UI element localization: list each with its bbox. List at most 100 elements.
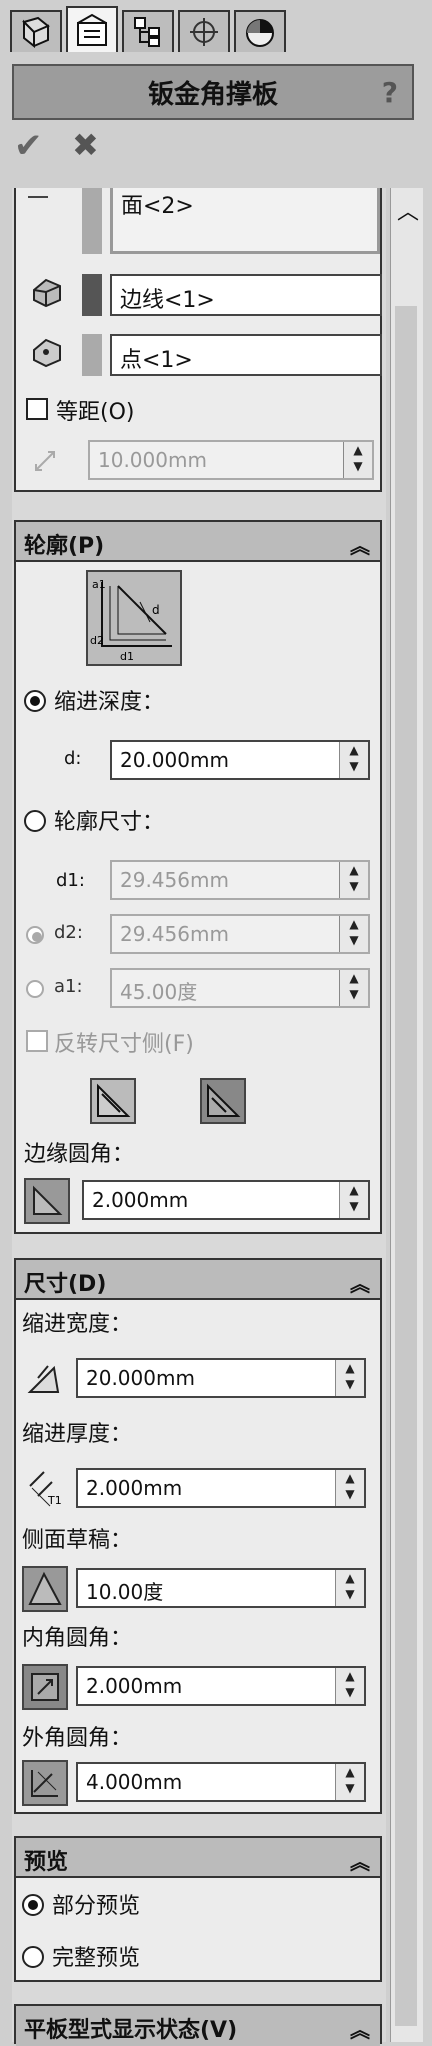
edge-selection-box[interactable]: 边线<1> bbox=[110, 274, 382, 316]
feature-tree-icon bbox=[22, 16, 50, 48]
point-selection-value: 点<1> bbox=[120, 348, 193, 373]
side-draft-icon bbox=[28, 1571, 62, 1605]
outer-fillet-icon bbox=[31, 1770, 58, 1797]
indent-thickness-input[interactable]: 2.000mm ▲ ▼ bbox=[76, 1468, 366, 1508]
diagram-a1-label: a1 bbox=[92, 578, 106, 591]
outer-fillet-input[interactable]: 4.000mm ▲ ▼ bbox=[76, 1762, 366, 1802]
a1-value: 45.00度 bbox=[120, 980, 198, 1004]
d2-value: 29.456mm bbox=[120, 922, 229, 946]
side-draft-spin-buttons[interactable]: ▲ ▼ bbox=[335, 1570, 364, 1606]
inner-fillet-icon-box bbox=[22, 1664, 68, 1710]
indent-width-value: 20.000mm bbox=[86, 1366, 195, 1390]
offset-spin-buttons[interactable]: ▲ ▼ bbox=[343, 442, 372, 478]
outer-fillet-spin-buttons[interactable]: ▲ ▼ bbox=[335, 1764, 364, 1800]
inner-fillet-spin-buttons[interactable]: ▲ ▼ bbox=[335, 1668, 364, 1704]
partial-preview-label: 部分预览 bbox=[52, 1894, 141, 1919]
display-pie-icon bbox=[246, 19, 274, 47]
edge-selection-value: 边线<1> bbox=[120, 288, 215, 313]
featuremanager-tab[interactable] bbox=[10, 10, 62, 52]
dimensions-group-header[interactable]: 尺寸(D) ︽ bbox=[16, 1260, 380, 1300]
offset-distance-value: 10.000mm bbox=[98, 448, 207, 472]
full-preview-radio[interactable] bbox=[22, 1946, 44, 1968]
inner-fillet-value: 2.000mm bbox=[86, 1674, 183, 1698]
a1-radio[interactable] bbox=[26, 980, 44, 998]
edge-fillet-input[interactable]: 2.000mm ▲ ▼ bbox=[82, 1180, 370, 1220]
preview-group-header[interactable]: 预览 ︽ bbox=[16, 1838, 380, 1878]
flip-dimension-checkbox[interactable] bbox=[26, 1030, 48, 1052]
side-draft-input[interactable]: 10.00度 ▲ ▼ bbox=[76, 1568, 366, 1608]
outer-fillet-label: 外角圆角： bbox=[22, 1726, 133, 1751]
face-color-swatch bbox=[82, 188, 102, 254]
edge-fillet-icon-box bbox=[24, 1178, 70, 1224]
offset-distance-icon bbox=[35, 451, 55, 471]
indent-thickness-spin-buttons[interactable]: ▲ ▼ bbox=[335, 1470, 364, 1506]
position-group: 面<2> 边线<1> 点<1> 等距(O) 10.000mm ▲ ▼ bbox=[14, 188, 382, 492]
flat-state-group-header[interactable]: 平板型式显示状态(V) ︽ bbox=[16, 2006, 380, 2046]
indent-depth-label: 缩进深度： bbox=[54, 690, 165, 715]
indent-width-input[interactable]: 20.000mm ▲ ▼ bbox=[76, 1358, 366, 1398]
edge-fillet-spin-buttons[interactable]: ▲ ▼ bbox=[339, 1182, 368, 1218]
help-icon[interactable]: ? bbox=[382, 76, 398, 109]
gusset-profile-diagram-icon: a1 d d2 d1 bbox=[90, 578, 172, 663]
cancel-button[interactable]: ✖ bbox=[72, 126, 99, 164]
d1-label: d1: bbox=[56, 870, 85, 891]
d2-radio[interactable] bbox=[26, 926, 44, 944]
ok-button[interactable]: ✔ bbox=[14, 126, 43, 166]
full-preview-label: 完整预览 bbox=[52, 1946, 141, 1971]
scroll-up-icon[interactable]: ︿ bbox=[397, 194, 419, 226]
dimxpert-tab[interactable] bbox=[178, 10, 230, 52]
indent-width-spin-buttons[interactable]: ▲ ▼ bbox=[335, 1360, 364, 1396]
inner-fillet-icon bbox=[31, 1673, 59, 1701]
dimensions-header-label: 尺寸(D) bbox=[24, 1272, 107, 1297]
configuration-tab[interactable] bbox=[122, 10, 174, 52]
vertical-scrollbar[interactable]: ︿ bbox=[390, 188, 423, 2042]
profile-dimension-radio[interactable] bbox=[24, 810, 46, 832]
d-value: 20.000mm bbox=[120, 748, 229, 772]
indent-thickness-icon: T1 bbox=[29, 1471, 62, 1507]
d-input[interactable]: 20.000mm ▲ ▼ bbox=[110, 740, 370, 780]
a1-spin-buttons[interactable]: ▲ ▼ bbox=[339, 970, 368, 1006]
indent-width-icon bbox=[27, 1365, 60, 1393]
d1-spin-buttons[interactable]: ▲ ▼ bbox=[339, 862, 368, 898]
propertymanager-title-bar: 钣金角撑板 ? bbox=[12, 64, 414, 120]
flip-dimension-label: 反转尺寸侧(F) bbox=[54, 1032, 194, 1057]
d2-label: d2: bbox=[54, 922, 83, 943]
panel-title: 钣金角撑板 bbox=[147, 79, 278, 110]
offset-distance-input[interactable]: 10.000mm ▲ ▼ bbox=[88, 440, 374, 480]
flat-gusset-icon bbox=[207, 1083, 241, 1117]
point-selection-box[interactable]: 点<1> bbox=[110, 334, 382, 376]
collapse-chevron-icon[interactable]: ︽ bbox=[350, 530, 370, 559]
profile-rounded-button[interactable] bbox=[90, 1078, 136, 1124]
profile-header-label: 轮廓(P) bbox=[24, 534, 105, 559]
edge-fillet-value: 2.000mm bbox=[92, 1188, 189, 1212]
offset-checkbox[interactable] bbox=[26, 398, 48, 420]
d-spin-buttons[interactable]: ▲ ▼ bbox=[339, 742, 368, 778]
indent-width-label: 缩进宽度： bbox=[22, 1312, 133, 1337]
partial-preview-radio[interactable] bbox=[22, 1894, 44, 1916]
face-collapse-icon bbox=[28, 188, 48, 198]
side-draft-label: 侧面草稿： bbox=[22, 1528, 133, 1553]
display-tab[interactable] bbox=[234, 10, 286, 52]
face-selection-box[interactable]: 面<2> bbox=[110, 188, 380, 254]
collapse-chevron-icon[interactable]: ︽ bbox=[350, 2014, 370, 2043]
d2-input[interactable]: 29.456mm ▲ ▼ bbox=[110, 914, 370, 954]
collapse-chevron-icon[interactable]: ︽ bbox=[350, 1268, 370, 1297]
a1-input[interactable]: 45.00度 ▲ ▼ bbox=[110, 968, 370, 1008]
property-manager-icon bbox=[77, 13, 107, 46]
edge-color-swatch bbox=[82, 274, 102, 316]
d1-input[interactable]: 29.456mm ▲ ▼ bbox=[110, 860, 370, 900]
scrollbar-thumb[interactable] bbox=[395, 306, 417, 2026]
d-label: d: bbox=[64, 748, 82, 769]
collapse-chevron-icon[interactable]: ︽ bbox=[350, 1846, 370, 1875]
inner-fillet-input[interactable]: 2.000mm ▲ ▼ bbox=[76, 1666, 366, 1706]
flat-state-group: 平板型式显示状态(V) ︽ bbox=[14, 2004, 382, 2046]
propertymanager-tab[interactable] bbox=[66, 6, 118, 52]
flat-state-header-label: 平板型式显示状态(V) bbox=[24, 2018, 238, 2043]
profile-diagram: a1 d d2 d1 bbox=[86, 570, 182, 666]
configuration-icon bbox=[134, 17, 160, 47]
profile-flat-button[interactable] bbox=[200, 1078, 246, 1124]
d2-spin-buttons[interactable]: ▲ ▼ bbox=[339, 916, 368, 952]
diagram-d-label: d bbox=[152, 603, 160, 617]
indent-depth-radio[interactable] bbox=[24, 690, 46, 712]
profile-group-header[interactable]: 轮廓(P) ︽ bbox=[16, 522, 380, 562]
